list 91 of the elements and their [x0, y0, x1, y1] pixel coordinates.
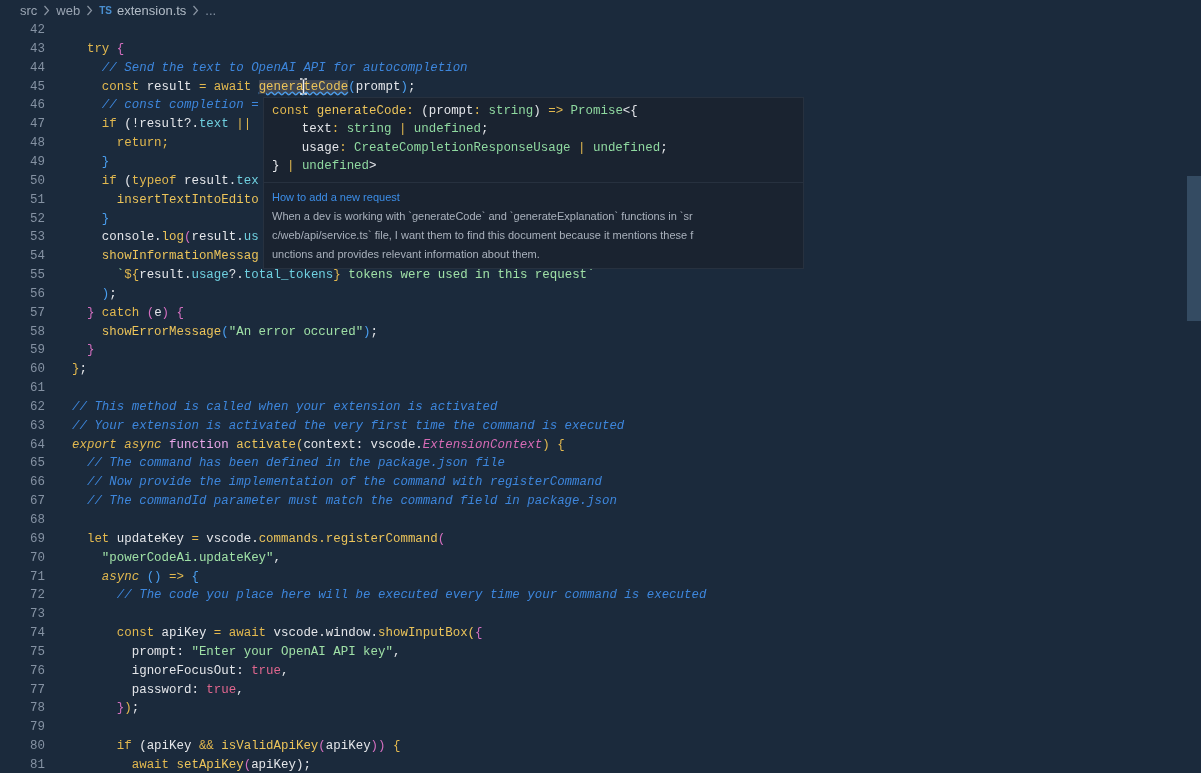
line-number: 62	[29, 398, 45, 416]
line-number: 49	[29, 154, 45, 171]
code-line: "powerCodeAi.updateKey",	[100, 549, 281, 567]
code-line: showInformationMessag	[100, 248, 259, 266]
line-number: 43	[29, 40, 45, 58]
line-number: 74	[29, 625, 45, 643]
code-line: const apiKey = await vscode.window.showInputBox({	[115, 625, 483, 643]
code-line: if (typeof result.tex	[100, 172, 259, 190]
code-line: }	[100, 210, 110, 228]
code-line: // The command has been defined in the package.json file	[85, 455, 505, 473]
line-number: 78	[29, 700, 45, 718]
line-number: 57	[29, 304, 45, 322]
line-number: 54	[29, 248, 45, 266]
line-number: 71	[29, 568, 45, 586]
breadcrumb-more[interactable]: ...	[205, 0, 217, 21]
line-number: 47	[29, 116, 45, 134]
code-line: // Your extension is activated the very first time the command is executed	[72, 417, 625, 435]
line-number: 80	[29, 738, 45, 756]
breadcrumb-item[interactable]: src	[20, 0, 38, 21]
code-line: if (apiKey && isValidApiKey(apiKey)) {	[115, 738, 401, 756]
code-line: return;	[115, 135, 170, 153]
typescript-file-icon: TS	[99, 3, 112, 18]
line-number: 59	[29, 342, 45, 360]
line-number: 65	[29, 455, 45, 473]
code-line: // const completion =	[100, 97, 259, 115]
document-link[interactable]: How to add a new request	[272, 188, 400, 207]
code-line: try {	[85, 40, 125, 58]
code-line: ignoreFocusOut: true,	[130, 662, 289, 680]
code-line: // This method is called when your extension is activated	[72, 398, 498, 416]
line-number: 51	[29, 191, 45, 209]
code-line: // The code you place here will be executed every time your command is executed	[115, 587, 707, 605]
line-number: 50	[29, 172, 45, 190]
line-number: 64	[29, 436, 45, 454]
line-number: 63	[29, 417, 45, 435]
code-line: }	[100, 154, 110, 171]
line-number: 53	[29, 229, 45, 247]
code-line: async () => {	[100, 568, 199, 586]
line-number: 66	[29, 474, 45, 492]
code-line: prompt: "Enter your OpenAI API key",	[130, 643, 401, 661]
line-number: 55	[29, 267, 45, 285]
code-line: if (!result?.text ||	[100, 116, 252, 134]
line-number: 52	[29, 210, 45, 228]
line-number: 48	[29, 135, 45, 153]
signature-line: usage: CreateCompletionResponseUsage | undefined;	[300, 139, 669, 157]
line-number: 60	[29, 361, 45, 379]
description-line: When a dev is working with `generateCode` and `generateExplanation` functions in `sr	[272, 209, 694, 224]
line-number: 44	[29, 59, 45, 77]
description-line: c/web/api/service.ts` file, I want them to find this document because it mentions these f	[272, 228, 695, 243]
code-line: await setApiKey(apiKey);	[130, 757, 311, 773]
code-line: export async function activate(context: vscode.ExtensionContext) {	[72, 436, 565, 454]
line-number: 73	[29, 606, 45, 624]
code-line: // Now provide the implementation of the command with registerCommand	[85, 474, 602, 492]
code-line: }	[85, 342, 95, 360]
chevron-icon	[192, 5, 200, 16]
signature-line: const generateCode: (prompt: string) => Promise<{	[272, 102, 639, 120]
signature-line: text: string | undefined;	[300, 121, 490, 139]
line-number: 67	[29, 493, 45, 511]
code-line: // Send the text to OpenAI API for autocompletion	[100, 59, 468, 77]
signature-line: } | undefined>	[272, 158, 378, 176]
breadcrumb-item[interactable]: web	[56, 0, 81, 21]
line-number: 45	[29, 78, 45, 96]
code-line: } catch (e) {	[85, 304, 184, 322]
line-number: 76	[29, 662, 45, 680]
code-line: console.log(result.us	[100, 229, 259, 247]
line-number: 70	[29, 549, 45, 567]
line-number: 77	[29, 681, 45, 699]
line-number: 42	[29, 22, 45, 40]
code-line: };	[72, 361, 87, 379]
line-number: 79	[29, 719, 45, 737]
line-number: 61	[29, 380, 45, 398]
code-line: showErrorMessage("An error occured");	[100, 323, 379, 341]
line-number: 46	[29, 97, 45, 115]
line-number: 58	[29, 323, 45, 341]
code-line: // The commandId parameter must match the command field in package.json	[85, 493, 617, 511]
description-line: unctions and provides relevant information about them.	[272, 247, 541, 262]
line-number: 69	[29, 530, 45, 548]
line-number: 81	[29, 757, 45, 773]
breadcrumb-item[interactable]: extension.ts	[117, 0, 187, 21]
code-line: password: true,	[130, 681, 244, 699]
code-line: });	[115, 700, 140, 718]
code-line: `${result.usage?.total_tokens} tokens were used in this request`	[115, 267, 595, 285]
scrollbar-thumb[interactable]	[1187, 176, 1201, 321]
code-line: insertTextIntoEdito	[115, 191, 259, 209]
line-number: 56	[29, 285, 45, 303]
line-number: 72	[29, 587, 45, 605]
chevron-icon	[43, 5, 51, 16]
chevron-icon	[86, 5, 94, 16]
code-line: let updateKey = vscode.commands.registerCommand(	[85, 530, 446, 548]
line-number: 68	[29, 512, 45, 529]
line-number: 75	[29, 643, 45, 661]
code-line: );	[100, 285, 117, 303]
